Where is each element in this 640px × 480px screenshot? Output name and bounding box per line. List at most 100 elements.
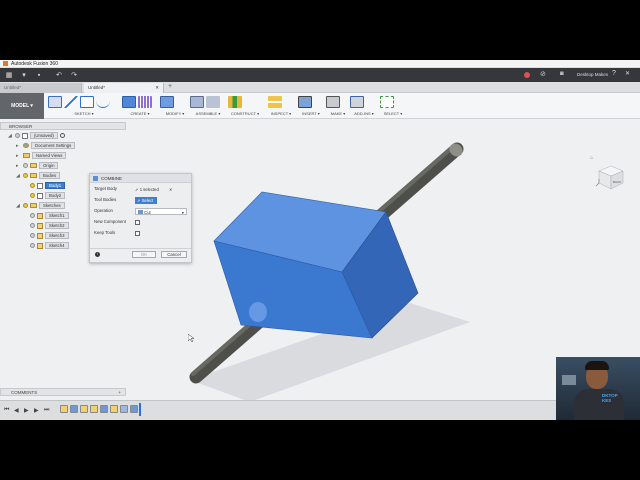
dialog-divider xyxy=(90,248,191,249)
comments-panel-header[interactable]: COMMENTS + xyxy=(0,388,126,396)
expand-icon[interactable]: ▸ xyxy=(16,143,21,149)
operation-value: Cut xyxy=(144,210,151,215)
expand-icon[interactable]: ▸ xyxy=(16,153,21,159)
home-view-icon[interactable]: ⌂ xyxy=(590,155,593,161)
tree-item-named-views[interactable]: ▸ Named Views xyxy=(16,151,67,160)
timeline-sketch-feature[interactable] xyxy=(110,405,118,413)
timeline-sketch-feature[interactable] xyxy=(60,405,68,413)
operation-dropdown[interactable]: Cut ▾ xyxy=(135,208,187,215)
visibility-icon[interactable] xyxy=(23,163,28,168)
collapse-icon[interactable]: ◢ xyxy=(8,133,13,139)
ok-button[interactable]: OK xyxy=(132,251,156,258)
cut-icon xyxy=(138,210,143,214)
collapse-icon[interactable]: ◢ xyxy=(16,173,21,179)
tree-item-body2[interactable]: Body2 xyxy=(30,191,66,200)
comments-title: COMMENTS xyxy=(11,390,38,395)
tree-item-sketch4[interactable]: Sketch4 xyxy=(30,241,69,250)
cursor-arrow-icon: ➚ xyxy=(135,187,139,192)
sketch-icon xyxy=(37,222,43,229)
root-label: (Unsaved) xyxy=(30,132,58,139)
tree-item-document-settings[interactable]: ▸ Document Settings xyxy=(16,141,76,150)
new-component-label: New Component xyxy=(94,219,127,224)
timeline-combine-feature[interactable] xyxy=(130,405,138,413)
tree-item-origin[interactable]: ▸ Origin xyxy=(16,161,59,170)
sketch-icon xyxy=(37,232,43,239)
tree-label: Bodies xyxy=(39,172,61,179)
operation-label: Operation xyxy=(94,208,113,213)
timeline-sketch-feature[interactable] xyxy=(80,405,88,413)
tree-label: Sketch4 xyxy=(45,242,69,249)
tree-item-sketch2[interactable]: Sketch2 xyxy=(30,221,69,230)
tree-label: Body1 xyxy=(45,182,66,189)
tree-item-sketch3[interactable]: Sketch3 xyxy=(30,231,69,240)
timeline-extrude-feature[interactable] xyxy=(100,405,108,413)
target-body-value: 1 selected xyxy=(139,187,159,192)
viewcube-face-label: BACK xyxy=(613,180,621,184)
visibility-icon[interactable] xyxy=(23,203,28,208)
visibility-icon[interactable] xyxy=(30,193,35,198)
gear-icon xyxy=(23,143,29,148)
webcam-overlay: DKTOP KES xyxy=(556,357,640,420)
info-icon[interactable]: i xyxy=(95,252,100,257)
tool-bodies-label: Tool Bodies xyxy=(94,197,117,202)
browser-title: BROWSER xyxy=(9,124,33,129)
timeline-sketch-feature[interactable] xyxy=(90,405,98,413)
step-forward-icon[interactable]: ▶ xyxy=(34,407,39,414)
tree-label: Sketch1 xyxy=(45,212,69,219)
visibility-icon[interactable] xyxy=(30,233,35,238)
tree-label: Body2 xyxy=(45,192,66,199)
component-icon xyxy=(22,132,28,139)
timeline-extrude-feature[interactable] xyxy=(70,405,78,413)
view-cube[interactable]: BACK xyxy=(596,162,626,192)
step-back-icon[interactable]: ◀ xyxy=(14,407,19,414)
timeline-marker[interactable] xyxy=(139,403,141,416)
cancel-button[interactable]: Cancel xyxy=(161,251,187,258)
folder-icon xyxy=(30,203,37,208)
tree-root[interactable]: ◢ (Unsaved) xyxy=(8,131,65,140)
dialog-header[interactable]: COMBINE xyxy=(90,174,191,183)
rod-exit-hole xyxy=(249,302,267,322)
folder-icon xyxy=(30,163,37,168)
tree-item-body1[interactable]: Body1 xyxy=(30,181,66,190)
tree-item-sketches[interactable]: ◢ Sketches xyxy=(16,201,65,210)
visibility-icon[interactable] xyxy=(30,243,35,248)
go-to-start-icon[interactable]: ⏮ xyxy=(4,407,9,414)
tool-bodies-value: Select xyxy=(141,198,154,203)
mouse-cursor-icon xyxy=(188,334,194,342)
shirt-logo-text: DKTOP KES xyxy=(602,393,618,403)
keep-tools-checkbox[interactable] xyxy=(135,231,140,236)
tree-label: Document Settings xyxy=(31,142,76,149)
browser-panel-header[interactable]: BROWSER xyxy=(0,122,126,130)
visibility-icon[interactable] xyxy=(30,223,35,228)
tree-label: Sketch2 xyxy=(45,222,69,229)
combine-dialog[interactable]: COMBINE Target Body ➚ 1 selected ✕ Tool … xyxy=(89,173,192,263)
tree-label: Origin xyxy=(39,162,59,169)
sketch-icon xyxy=(37,242,43,249)
target-body-selection[interactable]: ➚ 1 selected ✕ xyxy=(135,186,175,193)
collapse-icon[interactable]: ◢ xyxy=(16,203,21,209)
timeline-bar: ⏮ ◀ ▶ ▶ ⏭ ⚙ xyxy=(0,400,640,420)
visibility-icon[interactable] xyxy=(15,133,20,138)
activate-radio-icon[interactable] xyxy=(59,133,65,138)
tree-item-sketch1[interactable]: Sketch1 xyxy=(30,211,69,220)
target-body-label: Target Body xyxy=(94,186,117,191)
clear-selection-icon[interactable]: ✕ xyxy=(169,186,173,193)
new-component-checkbox[interactable] xyxy=(135,220,140,225)
fusion-app-window: Autodesk Fusion 360 ▦ ▾ ▪ ↶ ↷ ⊘ ◙ Deskto… xyxy=(0,60,640,420)
folder-icon xyxy=(23,153,30,158)
visibility-icon[interactable] xyxy=(23,173,28,178)
folder-icon xyxy=(30,173,37,178)
play-icon[interactable]: ▶ xyxy=(24,407,29,414)
go-to-end-icon[interactable]: ⏭ xyxy=(44,407,49,414)
timeline-feature[interactable] xyxy=(120,405,128,413)
add-comment-icon[interactable]: + xyxy=(118,389,121,396)
expand-icon[interactable]: ▸ xyxy=(16,163,21,169)
chevron-down-icon: ▾ xyxy=(181,210,184,215)
body-icon xyxy=(37,182,43,189)
visibility-icon[interactable] xyxy=(30,213,35,218)
tool-bodies-select-button[interactable]: ➚ Select xyxy=(135,197,157,204)
tree-label: Sketches xyxy=(39,202,65,209)
tree-item-bodies[interactable]: ◢ Bodies xyxy=(16,171,61,180)
visibility-icon[interactable] xyxy=(30,183,35,188)
tree-label: Named Views xyxy=(32,152,67,159)
